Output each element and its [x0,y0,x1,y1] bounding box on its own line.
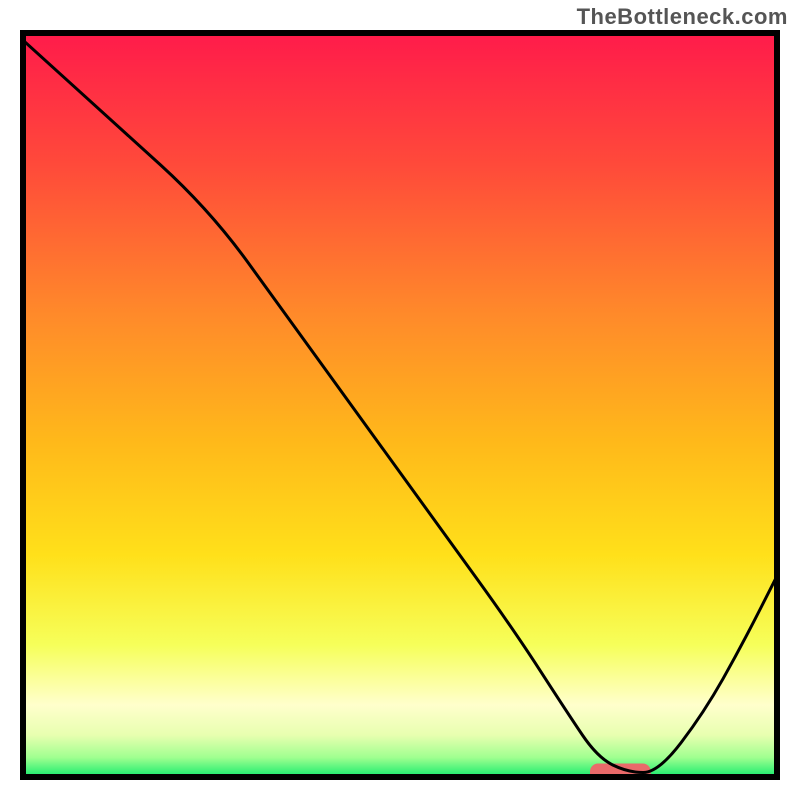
chart-container: TheBottleneck.com [0,0,800,800]
plot-area [20,30,780,780]
watermark-text: TheBottleneck.com [577,4,788,30]
chart-svg [20,30,780,780]
